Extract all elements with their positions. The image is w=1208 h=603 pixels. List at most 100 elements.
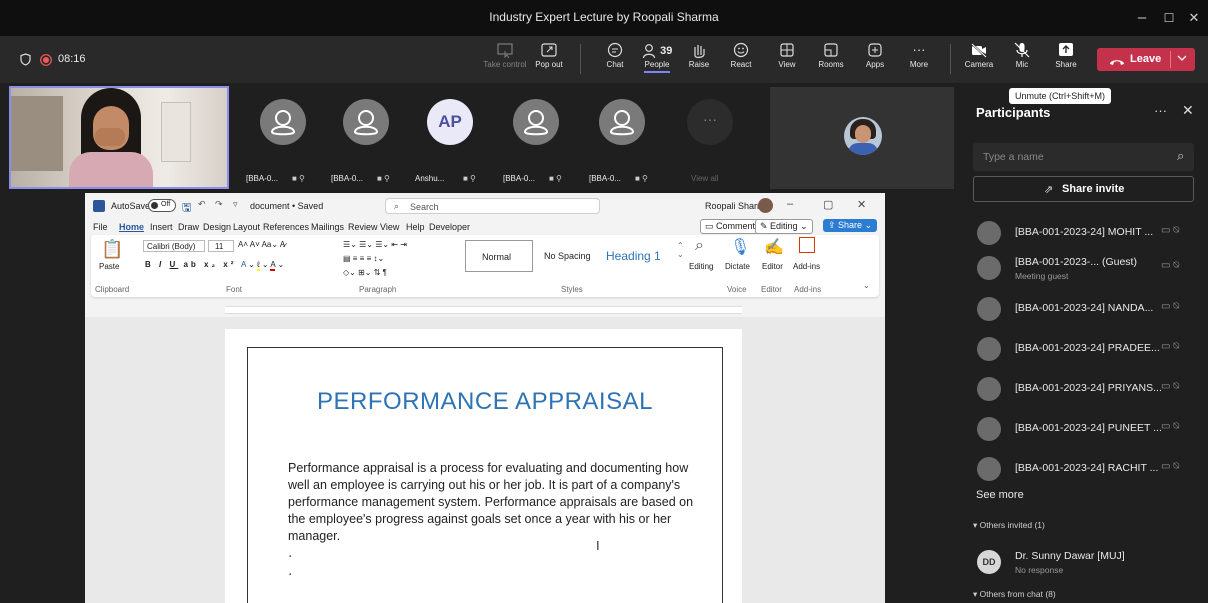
editing-mode-button[interactable]: ✎ Editing ⌄ — [755, 219, 813, 234]
panel-more-icon[interactable]: ··· — [1154, 103, 1167, 118]
pop-out-button[interactable]: Pop out — [527, 42, 571, 69]
tab-references[interactable]: References — [263, 222, 309, 232]
word-title-bar: AutoSave Off 🖫 ↶ ↷ ▿ document • Saved ⌕ … — [85, 193, 885, 219]
participant-row[interactable]: [BBA-001-2023-24] MOHIT ... ▭ ⍉ — [973, 218, 1203, 248]
empty-paragraph: . — [288, 562, 293, 579]
participant-search-input[interactable]: Type a name ⌕ — [973, 143, 1194, 171]
word-share-button[interactable]: ⇪ Share ⌄ — [823, 219, 878, 232]
maximize-button[interactable]: ☐ — [1157, 6, 1181, 30]
chat-icon — [607, 42, 623, 58]
tab-home[interactable]: Home — [119, 222, 144, 232]
react-button[interactable]: React — [719, 42, 763, 69]
take-control-button[interactable]: Take control — [483, 42, 527, 69]
styles-scroll-icon[interactable]: ⌃ ⌄ — [677, 241, 684, 259]
tab-insert[interactable]: Insert — [150, 222, 173, 232]
text-effects-icon[interactable]: A ⌄ ℓ ⌄ A ⌄ — [241, 260, 284, 271]
grow-font-icon[interactable]: A˄ A˅ Aa⌄ A̷ — [238, 240, 285, 249]
shading-icons[interactable]: ◇⌄ ⊞⌄ ⇅ ¶ — [343, 268, 387, 277]
camera-off-icon: ■ ⚲ — [377, 174, 390, 183]
others-from-chat-header[interactable]: ▾ Others from chat (8) — [973, 589, 1056, 600]
collapse-ribbon-icon[interactable]: ⌄ — [863, 281, 870, 290]
style-no-spacing[interactable]: No Spacing — [544, 251, 591, 261]
participant-row[interactable]: [BBA-001-2023-24] PRADEE... ▭ ⍉ — [973, 334, 1203, 364]
participant-tile[interactable]: [BBA-0... ■ ⚲ — [323, 87, 405, 189]
panel-close-icon[interactable]: ✕ — [1182, 102, 1194, 119]
chat-button[interactable]: Chat — [593, 42, 637, 69]
leave-button[interactable]: Leave — [1097, 48, 1195, 71]
participant-tile[interactable]: [BBA-0... ■ ⚲ — [495, 87, 577, 189]
empty-paragraph: . — [288, 544, 293, 561]
word-logo-icon — [93, 200, 105, 212]
participant-row[interactable]: [BBA-001-2023-24] NANDA... ▭ ⍉ — [973, 294, 1203, 324]
redo-icon[interactable]: ↷ — [215, 199, 223, 210]
customize-icon[interactable]: ▿ — [233, 199, 238, 210]
style-normal[interactable]: Normal — [465, 240, 533, 272]
meeting-timer: 08:16 — [58, 53, 86, 65]
raise-hand-button[interactable]: Raise — [677, 42, 721, 69]
tab-layout[interactable]: Layout — [233, 222, 260, 232]
participant-row[interactable]: [BBA-001-2023-... (Guest) Meeting guest … — [973, 253, 1203, 283]
chevron-down-icon[interactable] — [1176, 52, 1188, 67]
participant-tile[interactable]: [BBA-0... ■ ⚲ — [238, 87, 320, 189]
person-avatar — [977, 256, 1001, 280]
presenter-video[interactable] — [9, 86, 229, 189]
participant-row[interactable]: [BBA-001-2023-24] RACHIT ... ▭ ⍉ — [973, 454, 1203, 484]
font-name-select[interactable]: Calibri (Body) — [143, 240, 205, 252]
find-icon[interactable]: ⌕ — [695, 237, 704, 255]
share-button[interactable]: Share — [1044, 42, 1088, 69]
tab-review[interactable]: Review — [348, 222, 378, 232]
add-ins-icon[interactable] — [799, 237, 815, 253]
mic-button[interactable]: Mic — [1000, 42, 1044, 69]
tab-file[interactable]: File — [93, 222, 108, 232]
search-icon: ⌕ — [1177, 148, 1185, 163]
invited-row[interactable]: DD Dr. Sunny Dawar [MUJ] No response — [973, 547, 1203, 579]
tab-mailings[interactable]: Mailings — [311, 222, 344, 232]
shield-icon — [20, 53, 31, 66]
tab-draw[interactable]: Draw — [178, 222, 199, 232]
list-icons[interactable]: ☰⌄ ☰⌄ ☰⌄ ⇤ ⇥ — [343, 240, 407, 249]
people-button[interactable]: 39 People — [635, 42, 679, 73]
document-name[interactable]: document • Saved — [250, 201, 323, 211]
mic-muted-icon: ▭ ⍉ — [1161, 421, 1180, 432]
people-icon — [642, 43, 655, 58]
paste-icon[interactable]: 📋 — [101, 239, 123, 260]
tab-help[interactable]: Help — [406, 222, 425, 232]
participant-tile[interactable]: [BBA-0... ■ ⚲ — [581, 87, 663, 189]
dictate-icon[interactable]: 🎙 — [730, 237, 750, 257]
tab-developer[interactable]: Developer — [429, 222, 470, 232]
participant-row[interactable]: [BBA-001-2023-24] PUNEET ... ▭ ⍉ — [973, 414, 1203, 444]
view-button[interactable]: View — [765, 42, 809, 69]
others-invited-header[interactable]: ▾ Others invited (1) — [973, 520, 1045, 531]
participant-row[interactable]: [BBA-001-2023-24] PRIYANS... ▭ ⍉ — [973, 374, 1203, 404]
participant-video[interactable] — [770, 87, 954, 189]
word-close-button[interactable]: ✕ — [857, 198, 866, 211]
tab-view[interactable]: View — [380, 222, 399, 232]
style-heading-1[interactable]: Heading 1 — [606, 249, 661, 263]
user-avatar[interactable] — [758, 198, 773, 213]
view-all-tile[interactable]: ··· View all — [675, 87, 745, 189]
participant-tile[interactable]: AP Anshu... ■ ⚲ — [409, 87, 491, 189]
editor-icon[interactable]: ✍ — [764, 237, 784, 257]
autosave-toggle[interactable]: Off — [148, 199, 176, 212]
document-page[interactable]: PERFORMANCE APPRAISAL Performance apprai… — [225, 329, 742, 603]
undo-icon[interactable]: ↶ — [198, 199, 206, 210]
shared-word-window: AutoSave Off 🖫 ↶ ↷ ▿ document • Saved ⌕ … — [85, 193, 885, 603]
save-icon[interactable]: 🖫 — [182, 199, 191, 218]
minimize-button[interactable]: – — [1130, 6, 1154, 30]
share-invite-button[interactable]: ⇗ Share invite — [973, 176, 1194, 202]
apps-button[interactable]: Apps — [853, 42, 897, 69]
word-minimize-button[interactable]: – — [787, 198, 793, 210]
word-restore-button[interactable]: ▢ — [823, 198, 833, 211]
format-buttons[interactable]: B I U ab x₂ x² — [145, 260, 236, 269]
page-border: PERFORMANCE APPRAISAL Performance apprai… — [247, 347, 723, 603]
font-size-select[interactable]: 11 — [208, 240, 234, 252]
tab-design[interactable]: Design — [203, 222, 231, 232]
more-button[interactable]: ··· More — [897, 42, 941, 69]
rooms-button[interactable]: Rooms — [809, 42, 853, 69]
close-button[interactable]: ✕ — [1182, 6, 1206, 30]
person-avatar — [977, 221, 1001, 245]
see-more-link[interactable]: See more — [976, 489, 1024, 501]
camera-button[interactable]: Camera — [957, 42, 1001, 69]
align-icons[interactable]: ▤ ≡ ≡ ≡ ↕⌄ — [343, 254, 384, 263]
word-search-box[interactable]: ⌕ Search — [385, 198, 600, 214]
